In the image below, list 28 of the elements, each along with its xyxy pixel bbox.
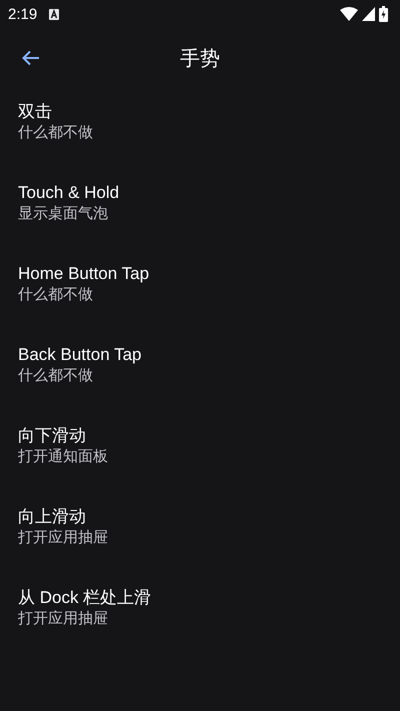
setting-summary: 打开应用抽屉	[18, 528, 108, 548]
notification-icon	[49, 8, 60, 20]
setting-title: 向上滑动	[18, 506, 86, 528]
setting-summary: 显示桌面气泡	[18, 204, 108, 224]
gesture-setting-item[interactable]: Back Button Tap 什么都不做	[0, 324, 400, 405]
setting-summary: 打开应用抽屉	[18, 608, 108, 628]
setting-title: 向下滑动	[18, 424, 86, 446]
gesture-setting-item[interactable]: 向上滑动 打开应用抽屉	[0, 486, 400, 567]
setting-summary: 什么都不做	[18, 366, 93, 386]
signal-icon	[362, 7, 375, 21]
gesture-setting-item[interactable]: 向下滑动 打开通知面板	[0, 405, 400, 486]
setting-summary: 什么都不做	[18, 284, 93, 304]
setting-title: 双击	[18, 100, 52, 122]
screen-title: 手势	[180, 46, 220, 72]
setting-title: 从 Dock 栏处上滑	[18, 586, 152, 608]
gesture-setting-item[interactable]: Touch & Hold 显示桌面气泡	[0, 162, 400, 243]
setting-title: Home Button Tap	[18, 262, 150, 284]
status-time: 2:19	[8, 6, 38, 22]
gesture-setting-item[interactable]: 从 Dock 栏处上滑 打开应用抽屉	[0, 567, 400, 648]
setting-title: Touch & Hold	[18, 182, 120, 204]
battery-icon	[379, 6, 388, 22]
back-arrow-icon	[22, 50, 40, 66]
setting-summary: 什么都不做	[18, 122, 93, 142]
setting-title: Back Button Tap	[18, 344, 142, 366]
gesture-setting-item[interactable]: 双击 什么都不做	[0, 81, 400, 162]
setting-summary: 打开通知面板	[18, 446, 108, 466]
gesture-setting-item[interactable]: Home Button Tap 什么都不做	[0, 243, 400, 324]
wifi-icon	[340, 7, 358, 21]
